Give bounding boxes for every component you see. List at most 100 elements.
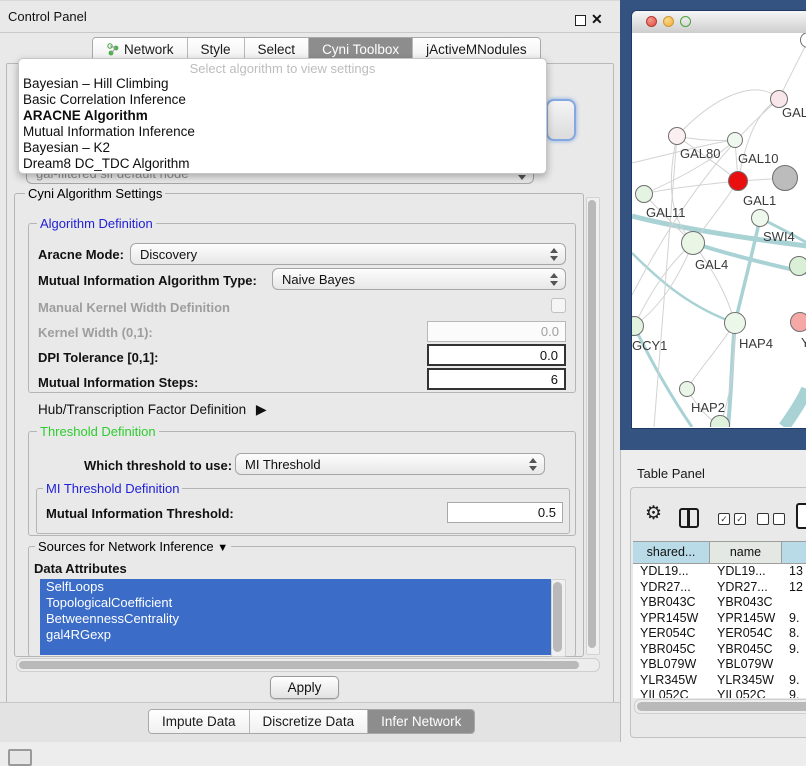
table-cell[interactable]: YIL052C	[633, 688, 710, 698]
tab-impute-data[interactable]: Impute Data	[149, 710, 250, 733]
close-icon[interactable]: ✕	[591, 11, 603, 28]
attribute-list-item[interactable]: TopologicalCoefficient	[40, 595, 551, 611]
collapse-arrow-icon[interactable]: ▼	[217, 542, 228, 554]
tab-discretize-data[interactable]: Discretize Data	[250, 710, 369, 733]
kernel-width-field[interactable]: 0.0	[427, 321, 566, 342]
network-node-gal11[interactable]	[635, 185, 653, 203]
table-row[interactable]: YDR27...YDR27...12	[633, 580, 806, 596]
table-cell[interactable]: YDR27...	[633, 580, 710, 596]
table-row[interactable]: YPR145WYPR145W9.	[633, 611, 806, 627]
column-header-name[interactable]: name	[710, 542, 782, 563]
collapsed-panel-icon[interactable]	[8, 749, 32, 766]
table-cell[interactable]	[782, 595, 806, 611]
column-header-extra[interactable]	[782, 542, 806, 563]
network-node[interactable]	[789, 256, 806, 276]
mi-steps-field[interactable]: 6	[427, 368, 566, 390]
network-node-gal10[interactable]	[727, 132, 743, 148]
aracne-mode-combo[interactable]: Discovery	[130, 243, 566, 265]
network-node-hap2[interactable]	[679, 381, 695, 397]
table-cell[interactable]: YER054C	[633, 626, 710, 642]
table-row[interactable]: YLR345WYLR345W9.	[633, 673, 806, 689]
screenshot-root: { "colors": { "selection_blue": "#3a6cc8…	[0, 0, 806, 762]
algorithm-option[interactable]: Dream8 DC_TDC Algorithm	[19, 156, 546, 172]
zoom-traffic-light-icon[interactable]	[680, 16, 691, 27]
tab-label: Network	[124, 42, 174, 57]
network-node-gal80[interactable]	[668, 127, 686, 145]
algorithm-option[interactable]: Bayesian – K2	[19, 140, 546, 156]
table-cell[interactable]: 8.	[782, 626, 806, 642]
table-cell[interactable]: YDL19...	[633, 564, 710, 580]
network-node[interactable]	[772, 165, 798, 191]
column-layout-icon[interactable]	[679, 508, 699, 528]
focused-combo-fragment[interactable]	[546, 99, 576, 141]
table-row[interactable]: YER054CYER054C8.	[633, 626, 806, 642]
network-node-swi4[interactable]	[751, 209, 769, 227]
table-cell[interactable]: YBR045C	[633, 642, 710, 658]
attribute-list-scrollbar[interactable]	[551, 579, 566, 657]
tab-label: jActiveMNodules	[426, 42, 527, 57]
table-cell[interactable]	[782, 657, 806, 673]
which-threshold-combo[interactable]: MI Threshold	[235, 453, 545, 475]
table-cell[interactable]: YLR345W	[710, 673, 782, 689]
network-node-gal4[interactable]	[681, 231, 705, 255]
table-cell[interactable]: YBR043C	[633, 595, 710, 611]
column-header-shared...[interactable]: shared...	[633, 542, 710, 563]
settings-vertical-scrollbar[interactable]	[586, 197, 600, 655]
table-cell[interactable]: 9.	[782, 673, 806, 689]
table-cell[interactable]: 13	[782, 564, 806, 580]
tab-label: Discretize Data	[263, 714, 355, 729]
table-row[interactable]: YBL079WYBL079W	[633, 657, 806, 673]
mi-algorithm-type-combo[interactable]: Naive Bayes	[272, 268, 566, 290]
attribute-list-item[interactable]: BetweennessCentrality	[40, 611, 551, 627]
table-cell[interactable]: YLR345W	[633, 673, 710, 689]
table-cell[interactable]: 9.	[782, 611, 806, 627]
attribute-list-item[interactable]: gal4RGexp	[40, 627, 551, 643]
network-node-hap4[interactable]	[724, 312, 746, 334]
hub-definition-toggle[interactable]: Hub/Transcription Factor Definition ▶	[38, 401, 267, 418]
table-cell[interactable]: YPR145W	[633, 611, 710, 627]
settings-horizontal-scrollbar[interactable]	[16, 658, 600, 672]
algorithm-option[interactable]: Basic Correlation Inference	[19, 92, 546, 108]
table-row[interactable]: YDL19...YDL19...13	[633, 564, 806, 580]
table-cell[interactable]: YBL079W	[710, 657, 782, 673]
tab-infer-network[interactable]: Infer Network	[368, 710, 474, 733]
apply-button[interactable]: Apply	[270, 676, 339, 699]
table-horizontal-scrollbar[interactable]	[634, 699, 806, 714]
gear-icon[interactable]: ⚙	[645, 504, 662, 523]
node-label: GCY1	[632, 338, 667, 353]
table-cell[interactable]: YDR27...	[710, 580, 782, 596]
document-icon[interactable]	[796, 503, 806, 529]
stepper-arrows-icon	[529, 458, 537, 471]
table-cell[interactable]: YBR045C	[710, 642, 782, 658]
table-cell[interactable]: YBL079W	[633, 657, 710, 673]
attribute-list-item[interactable]: SelfLoops	[40, 579, 551, 595]
algorithm-option[interactable]: Mutual Information Inference	[19, 124, 546, 140]
network-canvas[interactable]: GALGAL80GAL10GAL1GAL11SWI4GAL4GCY1HAP4YH…	[632, 33, 806, 427]
network-node-gal1[interactable]	[728, 171, 748, 191]
float-window-icon[interactable]	[575, 15, 586, 26]
table-row[interactable]: YBR043CYBR043C	[633, 595, 806, 611]
table-row[interactable]: YIL052CYIL052C9.	[633, 688, 806, 698]
algorithm-option[interactable]: ARACNE Algorithm	[19, 108, 546, 124]
table-cell[interactable]: 12	[782, 580, 806, 596]
mi-threshold-field[interactable]: 0.5	[447, 502, 563, 523]
table-cell[interactable]: YIL052C	[710, 688, 782, 698]
table-cell[interactable]: 9.	[782, 688, 806, 698]
table-cell[interactable]: YDL19...	[710, 564, 782, 580]
select-all-checks-icon[interactable]: ✓✓	[718, 513, 746, 525]
control-panel-header: Control Panel ✕	[0, 1, 620, 33]
algorithm-option[interactable]: Bayesian – Hill Climbing	[19, 76, 546, 92]
node-label: Y	[801, 335, 806, 350]
table-cell[interactable]: 9.	[782, 642, 806, 658]
close-traffic-light-icon[interactable]	[646, 16, 657, 27]
minimize-traffic-light-icon[interactable]	[663, 16, 674, 27]
manual-kernel-width-checkbox[interactable]	[551, 298, 566, 313]
dpi-tolerance-field[interactable]: 0.0	[427, 344, 566, 366]
table-cell[interactable]: YPR145W	[710, 611, 782, 627]
network-node-y[interactable]	[790, 312, 806, 332]
table-cell[interactable]: YER054C	[710, 626, 782, 642]
table-row[interactable]: YBR045CYBR045C9.	[633, 642, 806, 658]
network-window-titlebar[interactable]	[632, 11, 806, 34]
table-cell[interactable]: YBR043C	[710, 595, 782, 611]
deselect-all-checks-icon[interactable]	[757, 513, 785, 525]
